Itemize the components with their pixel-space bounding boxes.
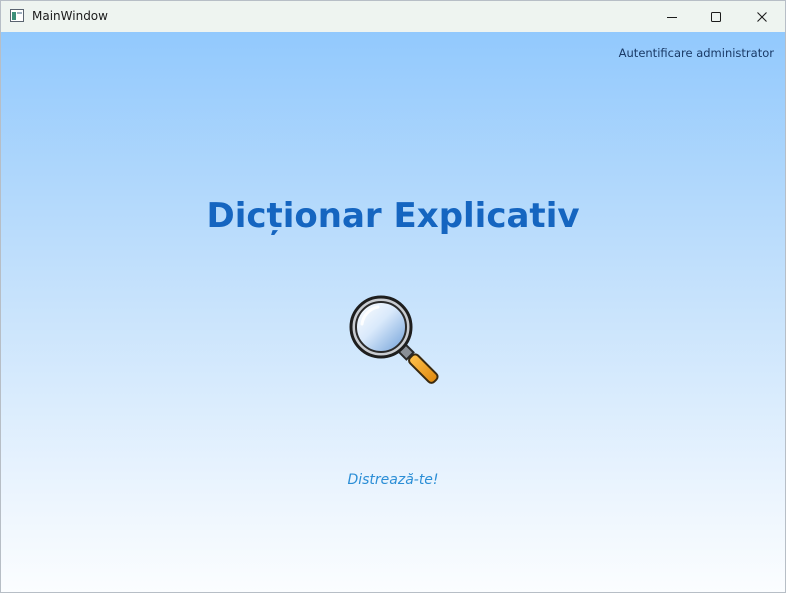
minimize-icon — [667, 16, 677, 18]
magnifier-icon[interactable] — [348, 294, 444, 390]
main-window: MainWindow Autentificare administrator D… — [0, 0, 786, 593]
maximize-button[interactable] — [693, 1, 739, 32]
page-title: Dicționar Explicativ — [206, 196, 580, 236]
main-content: Autentificare administrator Dicționar Ex… — [1, 32, 785, 592]
close-icon — [757, 11, 767, 22]
title-bar[interactable]: MainWindow — [1, 1, 785, 32]
minimize-button[interactable] — [649, 1, 695, 32]
window-app-icon — [10, 9, 24, 22]
tagline-text: Distrează-te! — [347, 472, 439, 488]
window-title: MainWindow — [32, 9, 108, 23]
close-button[interactable] — [739, 1, 785, 32]
admin-login-link[interactable]: Autentificare administrator — [619, 46, 774, 60]
maximize-icon — [711, 11, 721, 22]
